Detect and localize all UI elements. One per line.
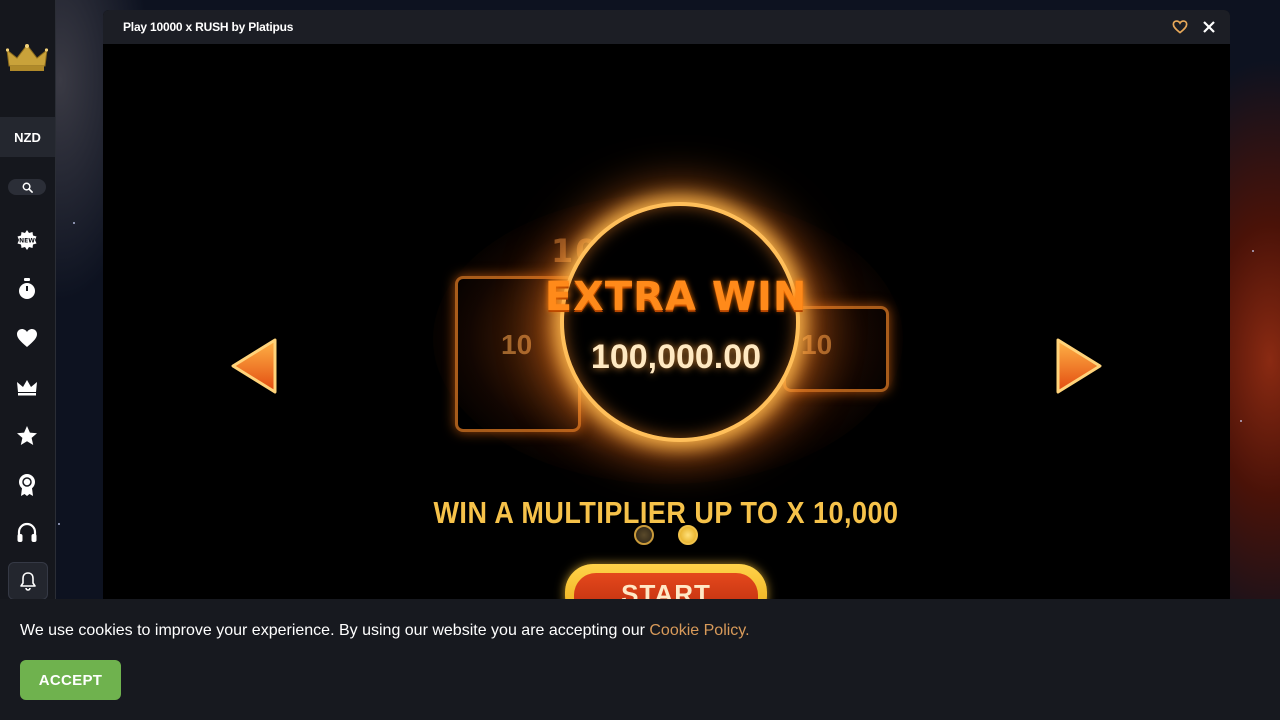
favorite-button[interactable] <box>1169 17 1191 37</box>
game-canvas[interactable]: 1000 RUSH 10 10 EXTRA WIN 100,000.00 WIN… <box>103 44 1230 610</box>
close-button[interactable] <box>1199 17 1219 37</box>
background-star <box>58 523 60 525</box>
crown-icon <box>17 380 37 396</box>
background-star <box>1240 420 1242 422</box>
carousel-dot[interactable] <box>634 525 654 545</box>
sidebar-item-new[interactable]: NEW <box>13 226 41 254</box>
svg-text:NEW: NEW <box>19 238 35 245</box>
sidebar-item-support[interactable] <box>13 519 41 547</box>
sidebar-item-awards[interactable] <box>13 471 41 499</box>
heart-outline-icon <box>1172 20 1188 34</box>
next-slide-button[interactable] <box>1056 337 1104 395</box>
sidebar-item-recent[interactable] <box>13 275 41 303</box>
prev-slide-button[interactable] <box>229 337 277 395</box>
sidebar-item-vip[interactable] <box>13 373 41 401</box>
accept-cookies-button[interactable]: ACCEPT <box>20 660 121 700</box>
cookie-message: We use cookies to improve your experienc… <box>20 622 750 640</box>
new-badge-icon: NEW <box>17 230 37 250</box>
currency-label: NZD <box>14 129 41 145</box>
game-title: Play 10000 x RUSH by Platipus <box>123 20 294 34</box>
background-star <box>73 222 75 224</box>
sidebar: NZD NEW <box>0 0 56 600</box>
win-amount: 100,000.00 <box>590 338 762 376</box>
star-icon <box>17 426 37 445</box>
stopwatch-icon <box>19 278 35 299</box>
bell-icon <box>20 572 36 591</box>
background-star <box>1252 250 1254 252</box>
cookie-banner: We use cookies to improve your experienc… <box>0 599 1280 720</box>
heart-icon <box>17 329 37 347</box>
search-icon <box>22 182 33 193</box>
currency-selector[interactable]: NZD <box>0 117 55 157</box>
promo-text: WIN A MULTIPLIER UP TO X 10,000 <box>433 496 899 530</box>
arrow-right-icon <box>1056 338 1102 394</box>
search-button[interactable] <box>8 179 46 195</box>
black-hole-ring <box>560 202 800 442</box>
award-ribbon-icon <box>19 474 35 496</box>
game-window: Play 10000 x RUSH by Platipus 1000 RUSH … <box>103 10 1230 610</box>
game-titlebar: Play 10000 x RUSH by Platipus <box>103 10 1230 44</box>
sidebar-item-favorites[interactable] <box>13 324 41 352</box>
cookie-message-text: We use cookies to improve your experienc… <box>20 622 650 639</box>
sidebar-item-top[interactable] <box>13 422 41 450</box>
notifications-button[interactable] <box>8 562 48 600</box>
cookie-policy-link[interactable]: Cookie Policy. <box>649 622 749 639</box>
close-icon <box>1203 21 1215 33</box>
arrow-left-icon <box>231 338 277 394</box>
headset-icon <box>17 522 37 542</box>
carousel-dot-active[interactable] <box>678 525 698 545</box>
crown-logo[interactable] <box>5 42 49 74</box>
extra-win-label: EXTRA WIN <box>544 274 808 320</box>
